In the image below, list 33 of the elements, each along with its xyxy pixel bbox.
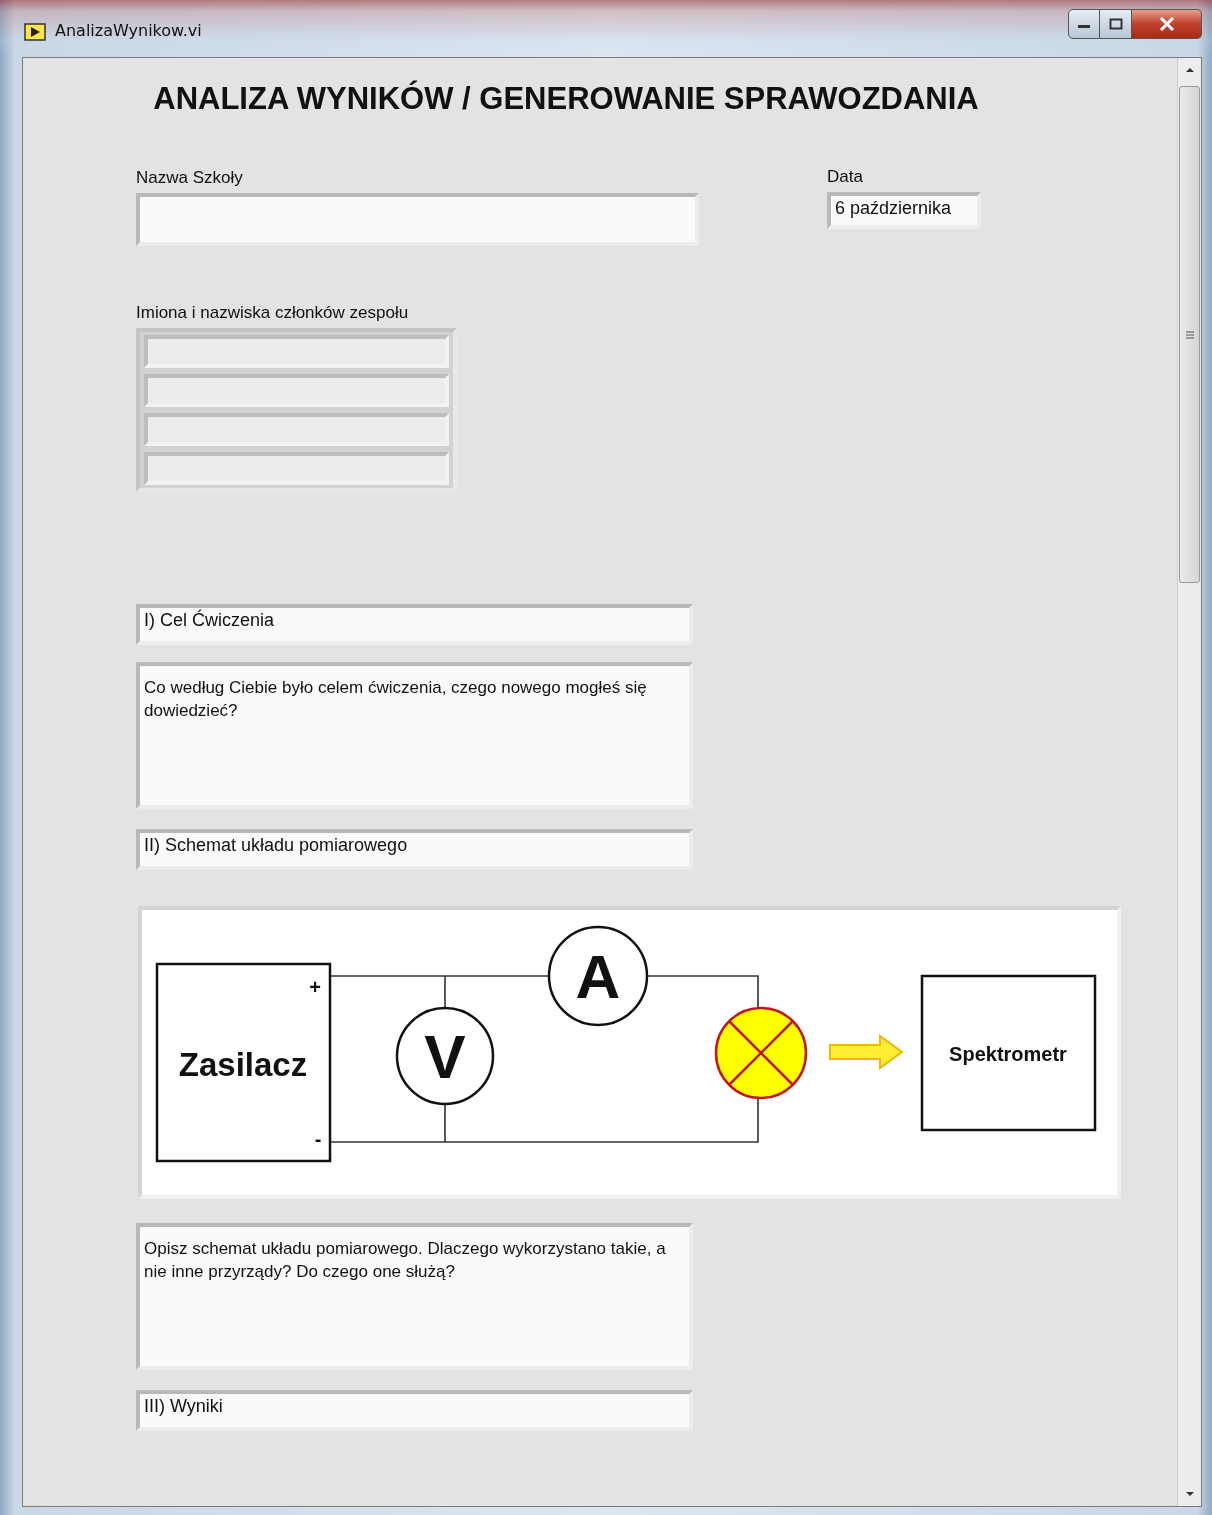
- scrollbar[interactable]: [1177, 58, 1201, 1506]
- voltmeter-label: V: [424, 1022, 466, 1091]
- field-label: Nazwa Szkoły: [136, 167, 243, 189]
- name-field[interactable]: [144, 452, 449, 485]
- name-field[interactable]: [144, 374, 449, 407]
- ammeter-label: A: [575, 942, 621, 1011]
- date-field[interactable]: 6 października: [827, 192, 981, 229]
- section-title-field[interactable]: I) Cel Ćwiczenia: [136, 604, 693, 645]
- answer-box[interactable]: Co według Ciebie było celem ćwiczenia, czego nowego mogłeś się dowiedzieć?: [136, 662, 693, 809]
- window-title: AnalizaWynikow.vi: [55, 21, 202, 40]
- close-icon: [1158, 17, 1175, 31]
- field-label: Data: [827, 166, 863, 188]
- app-icon: [24, 22, 46, 42]
- field-label: Imiona i nazwiska członków zespołu: [136, 302, 409, 324]
- power-supply-label: Zasilacz: [178, 1046, 308, 1083]
- minimize-button[interactable]: [1068, 9, 1100, 39]
- maximize-button[interactable]: [1100, 9, 1132, 39]
- maximize-icon: [1108, 18, 1123, 30]
- school-name-field[interactable]: [136, 193, 699, 246]
- page-heading: ANALIZA WYNIKÓW / GENEROWANIE SPRAWOZDANIA: [153, 81, 979, 116]
- section-title-field[interactable]: II) Schemat układu pomiarowego: [136, 829, 693, 870]
- close-button[interactable]: [1132, 9, 1202, 39]
- section-title-field[interactable]: III) Wyniki: [136, 1390, 693, 1431]
- scroll-thumb[interactable]: [1179, 86, 1200, 583]
- grip-icon: [1184, 329, 1195, 340]
- answer-box[interactable]: Opisz schemat układu pomiarowego. Dlaczego wykorzystano takie, a nie inne przyrządy? Do czego one służą?: [136, 1223, 693, 1370]
- plus-sign: +: [309, 976, 321, 998]
- arrow-icon: [829, 1034, 904, 1070]
- name-field[interactable]: [144, 413, 449, 446]
- lamp-icon: [714, 1006, 808, 1100]
- minus-sign: -: [314, 1128, 322, 1150]
- spectrometer-label: Spektrometr: [949, 1043, 1067, 1065]
- name-field[interactable]: [144, 335, 449, 368]
